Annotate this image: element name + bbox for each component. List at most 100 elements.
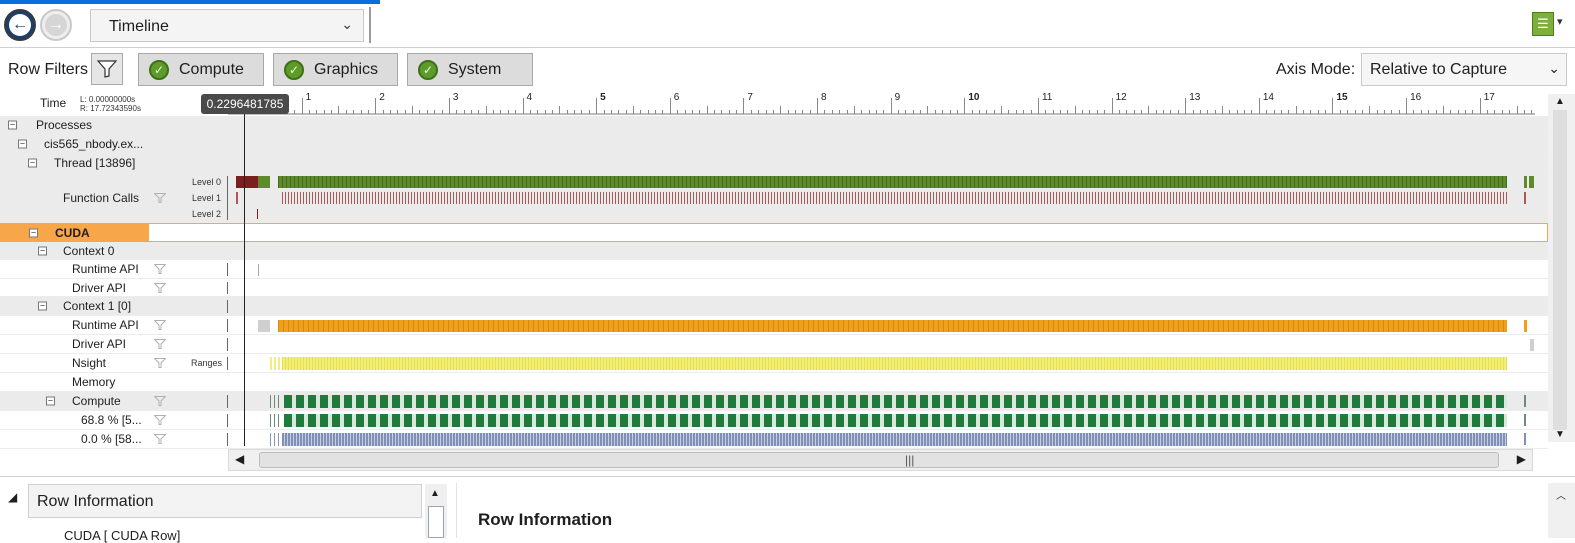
timeline-row[interactable]: − Context 0 — [0, 242, 1548, 260]
timeline-row[interactable]: − Thread [13896] — [0, 154, 1548, 173]
row-filter-icon[interactable] — [154, 192, 166, 203]
timeline-row[interactable]: Driver API — [0, 279, 1548, 297]
left-time-readout: L: 0.00000000s — [80, 95, 136, 104]
timeline-row[interactable]: Runtime API — [0, 260, 1548, 279]
timeline-row[interactable]: Memory — [0, 373, 1548, 392]
runtime-api-mark[interactable] — [258, 264, 259, 276]
row-label: Context 1 [0] — [63, 299, 132, 313]
dropdown-caret-icon[interactable]: ▾ — [1557, 15, 1563, 28]
right-panel-scrollbar[interactable]: ︿ — [1548, 483, 1575, 538]
runtime-api-tick-pattern[interactable] — [278, 320, 1507, 332]
row-label: Thread [13896] — [54, 156, 136, 170]
row-filter-icon[interactable] — [154, 396, 166, 406]
collapse-icon[interactable]: − — [28, 158, 37, 168]
level1-bar[interactable] — [1524, 192, 1526, 204]
compute-kernel-pattern[interactable] — [282, 433, 1507, 446]
row-info-tab[interactable]: Row Information — [28, 484, 422, 518]
level2-bar[interactable] — [257, 209, 258, 219]
timeline-row[interactable]: − cis565_nbody.ex... — [0, 135, 1548, 154]
time-ruler[interactable]: 1 2 3 4 5 6 7 8 9 10 11 12 13 14 15 16 17 — [228, 88, 1535, 116]
compute-bar[interactable] — [1524, 414, 1526, 426]
timeline-row[interactable]: Function Calls Level 0 Level 1 Level 2 — [0, 173, 1548, 223]
grip-icon: ||| — [905, 453, 915, 467]
document-icon[interactable]: ☰ — [1532, 12, 1554, 36]
timeline-row[interactable]: 68.8 % [5... — [0, 411, 1548, 430]
row-label: Driver API — [72, 280, 127, 295]
row-filter-icon[interactable] — [154, 264, 166, 274]
ruler-tick-label: 11 — [1042, 92, 1053, 103]
scroll-thumb[interactable] — [1553, 110, 1567, 430]
level1-tick-pattern[interactable] — [282, 192, 1507, 204]
timeline-row[interactable]: − Processes — [0, 116, 1548, 135]
driver-api-bar[interactable] — [1530, 339, 1534, 351]
vertical-scrollbar[interactable]: ▲ ▼ — [1548, 94, 1575, 442]
axis-mode-select[interactable]: Relative to Capture ⌄ — [1361, 53, 1567, 86]
tree-collapse-icon[interactable]: ◢ — [8, 490, 17, 504]
compute-tick-pattern[interactable] — [270, 395, 280, 408]
back-button[interactable]: ← — [4, 9, 36, 41]
compute-tick-pattern[interactable] — [270, 414, 280, 427]
toggle-compute[interactable]: ✓ Compute — [138, 53, 264, 86]
collapse-icon[interactable]: − — [38, 301, 47, 311]
timeline-row[interactable]: 0.0 % [58... — [0, 430, 1548, 449]
scroll-up-icon[interactable]: ▲ — [430, 488, 440, 499]
compute-kernel-pattern[interactable] — [284, 395, 1507, 408]
nsight-range-tick-pattern[interactable] — [282, 357, 1507, 370]
collapse-icon[interactable]: − — [18, 139, 27, 149]
ruler-tick-label: 10 — [968, 92, 980, 103]
forward-button[interactable]: → — [40, 9, 72, 41]
left-panel-scrollbar[interactable]: ▲ — [425, 484, 447, 538]
runtime-api-bar[interactable] — [1524, 320, 1527, 332]
level0-bar[interactable] — [258, 176, 270, 188]
ruler-tick-label: 15 — [1336, 92, 1348, 103]
timeline-row[interactable]: Runtime API — [0, 316, 1548, 335]
row-filter-icon[interactable] — [154, 415, 166, 425]
scroll-left-icon[interactable]: ◀ — [235, 452, 244, 466]
compute-kernel-pattern[interactable] — [284, 414, 1507, 427]
row-filter-icon[interactable] — [154, 320, 166, 330]
collapse-icon[interactable]: − — [38, 246, 47, 255]
row-label: Processes — [36, 118, 93, 132]
row-filter-icon[interactable] — [154, 358, 166, 368]
collapse-icon[interactable]: − — [29, 228, 38, 237]
row-filter-icon[interactable] — [154, 339, 166, 349]
level0-tick-pattern[interactable] — [278, 176, 1507, 188]
collapse-icon[interactable]: − — [8, 120, 17, 130]
ruler-tick-label: 12 — [1116, 92, 1128, 103]
scroll-thumb[interactable] — [428, 506, 444, 538]
toggle-system[interactable]: ✓ System — [407, 53, 533, 86]
axis-mode-value: Relative to Capture — [1370, 61, 1507, 78]
forward-arrow-icon: → — [45, 14, 67, 36]
row-start-marker — [227, 263, 228, 276]
level0-bar[interactable] — [236, 176, 258, 188]
compute-bar[interactable] — [1524, 395, 1526, 407]
level0-bar[interactable] — [1524, 176, 1527, 188]
scroll-down-icon[interactable]: ▼ — [1555, 429, 1565, 440]
compute-bar[interactable] — [1524, 433, 1526, 445]
compute-tick-pattern[interactable] — [270, 433, 280, 446]
timeline-row[interactable]: − Compute — [0, 392, 1548, 411]
collapse-icon[interactable]: − — [46, 396, 55, 406]
horizontal-scrollbar[interactable]: ◀ ||| ▶ — [228, 449, 1533, 471]
nsight-range-tick-pattern[interactable] — [270, 357, 280, 370]
row-info-item[interactable]: CUDA [ CUDA Row] — [64, 528, 180, 543]
timeline-row[interactable]: Driver API — [0, 335, 1548, 354]
row-filter-icon[interactable] — [154, 282, 166, 293]
scroll-up-icon[interactable]: ▲ — [1555, 96, 1565, 107]
timeline-row[interactable]: − Context 1 [0] — [0, 297, 1548, 316]
cursor-time-tag[interactable]: 0.2296481785 — [201, 94, 289, 114]
timeline-row[interactable]: − CUDA — [0, 223, 1548, 242]
level0-bar[interactable] — [1529, 176, 1534, 188]
toggle-graphics[interactable]: ✓ Graphics — [273, 53, 398, 86]
row-filter-icon[interactable] — [154, 434, 166, 444]
scroll-up-icon[interactable]: ︿ — [1556, 487, 1566, 502]
time-cursor-line[interactable] — [244, 114, 245, 446]
row-filter-button[interactable] — [91, 53, 123, 85]
view-selector[interactable]: Timeline ⌄ — [90, 9, 364, 42]
scroll-right-icon[interactable]: ▶ — [1517, 452, 1526, 466]
row-label: 68.8 % [5... — [81, 413, 142, 427]
level1-bar[interactable] — [236, 192, 238, 204]
runtime-api-bar[interactable] — [258, 320, 270, 332]
scroll-thumb[interactable]: ||| — [259, 452, 1499, 468]
timeline-row[interactable]: Nsight Ranges — [0, 354, 1548, 373]
